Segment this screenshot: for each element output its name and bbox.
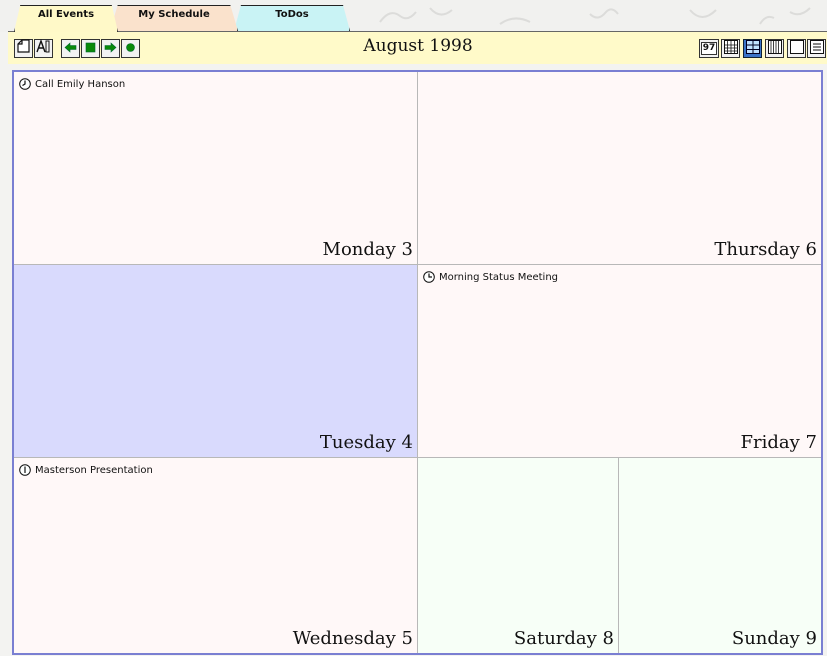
- tab-all-events[interactable]: All Events: [14, 5, 118, 32]
- tab-all-events-label: All Events: [37, 9, 95, 20]
- font-icon: [36, 38, 51, 58]
- today-square-icon: [84, 39, 97, 58]
- event-title: Masterson Presentation: [35, 464, 153, 476]
- tab-todos[interactable]: ToDos: [234, 5, 350, 31]
- week-view-button[interactable]: [743, 39, 762, 58]
- record-button[interactable]: [121, 39, 140, 58]
- list-view-icon: [809, 39, 824, 58]
- clock-icon: [19, 78, 31, 90]
- grid-divider: [14, 457, 821, 458]
- day-cell-saturday[interactable]: Saturday 8: [418, 458, 618, 653]
- event-item[interactable]: Call Emily Hanson: [19, 78, 125, 90]
- day-cell-thursday[interactable]: Thursday 6: [418, 72, 821, 264]
- font-button[interactable]: [34, 38, 53, 58]
- columns-view-button[interactable]: [765, 39, 784, 58]
- year-view-icon: 97: [700, 42, 718, 55]
- month-view-icon: [723, 39, 738, 58]
- grid-divider: [618, 458, 619, 653]
- previous-button[interactable]: [61, 39, 80, 58]
- day-label: Monday 3: [322, 239, 413, 260]
- event-title: Morning Status Meeting: [439, 271, 559, 283]
- columns-view-icon: [767, 39, 782, 58]
- day-label: Sunday 9: [731, 628, 817, 649]
- event-item[interactable]: Masterson Presentation: [19, 464, 153, 476]
- month-title: August 1998: [363, 36, 473, 56]
- clock-icon: [19, 464, 31, 476]
- day-view-button[interactable]: [787, 39, 806, 58]
- new-note-icon: [16, 39, 31, 58]
- month-view-button[interactable]: [721, 39, 740, 58]
- day-cell-monday[interactable]: Call Emily Hanson Monday 3: [14, 72, 417, 264]
- week-calendar: Call Emily Hanson Monday 3 Thursday 6 Tu…: [12, 70, 823, 655]
- day-cell-friday[interactable]: Morning Status Meeting Friday 7: [418, 265, 821, 457]
- week-view-icon: [745, 39, 760, 58]
- day-cell-sunday[interactable]: Sunday 9: [619, 458, 821, 653]
- tab-my-schedule[interactable]: My Schedule: [110, 5, 238, 31]
- grid-divider: [14, 264, 821, 265]
- day-label: Friday 7: [740, 432, 817, 453]
- day-label: Tuesday 4: [319, 432, 413, 453]
- toolbar: August 1998 97: [8, 31, 827, 64]
- day-view-icon: [789, 39, 804, 58]
- new-note-button[interactable]: [14, 39, 33, 58]
- list-view-button[interactable]: [807, 39, 826, 58]
- today-button[interactable]: [81, 39, 100, 58]
- day-cell-wednesday[interactable]: Masterson Presentation Wednesday 5: [14, 458, 417, 653]
- tab-todos-label: ToDos: [275, 9, 309, 20]
- day-cell-tuesday[interactable]: Tuesday 4: [14, 265, 417, 457]
- year-view-button[interactable]: 97: [699, 39, 719, 58]
- clock-icon: [423, 271, 435, 283]
- day-label: Wednesday 5: [292, 628, 413, 649]
- event-title: Call Emily Hanson: [35, 78, 126, 90]
- next-button[interactable]: [101, 39, 120, 58]
- back-arrow-icon: [64, 39, 77, 58]
- tab-my-schedule-label: My Schedule: [138, 9, 210, 20]
- event-item[interactable]: Morning Status Meeting: [423, 271, 558, 283]
- tab-strip: ToDos My Schedule All Events: [0, 0, 827, 32]
- day-label: Thursday 6: [714, 239, 817, 260]
- grid-divider: [417, 72, 418, 653]
- day-label: Saturday 8: [513, 628, 614, 649]
- record-circle-icon: [124, 39, 137, 58]
- forward-arrow-icon: [104, 39, 117, 58]
